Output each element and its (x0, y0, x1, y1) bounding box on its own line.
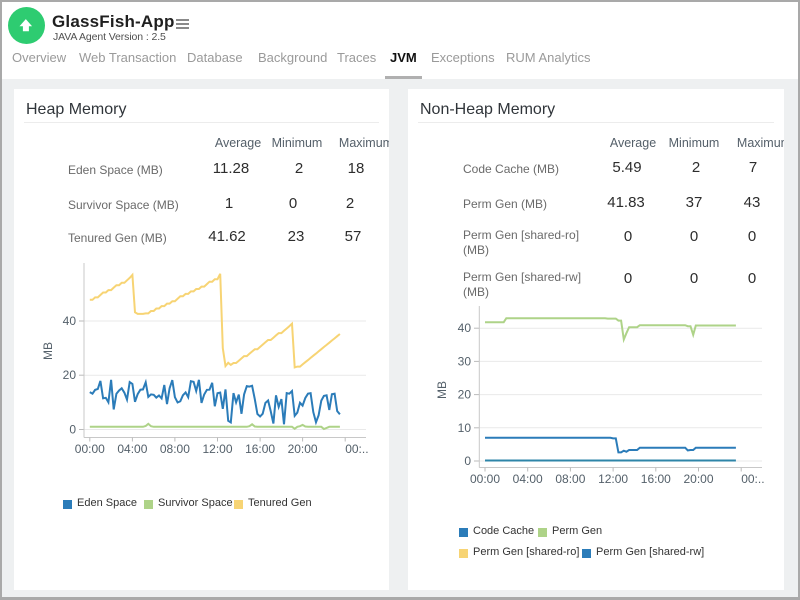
svg-text:12:00: 12:00 (598, 472, 628, 486)
svg-text:20:00: 20:00 (683, 472, 713, 486)
svg-text:20: 20 (458, 388, 472, 402)
svg-text:08:00: 08:00 (555, 472, 585, 486)
svg-text:16:00: 16:00 (641, 472, 671, 486)
svg-text:0: 0 (69, 423, 76, 437)
svg-text:12:00: 12:00 (202, 442, 232, 456)
svg-text:04:00: 04:00 (513, 472, 543, 486)
svg-text:00:00: 00:00 (470, 472, 500, 486)
svg-text:00:..: 00:.. (345, 442, 368, 456)
svg-text:20: 20 (63, 368, 77, 382)
svg-text:20:00: 20:00 (288, 442, 318, 456)
svg-text:0: 0 (464, 454, 471, 468)
svg-text:40: 40 (458, 321, 472, 335)
svg-text:MB: MB (435, 381, 449, 399)
svg-text:00:..: 00:.. (741, 472, 764, 486)
svg-text:08:00: 08:00 (160, 442, 190, 456)
svg-text:00:00: 00:00 (75, 442, 105, 456)
svg-text:MB: MB (41, 342, 55, 360)
svg-text:40: 40 (63, 314, 77, 328)
svg-text:10: 10 (458, 421, 472, 435)
svg-text:30: 30 (458, 354, 472, 368)
svg-text:16:00: 16:00 (245, 442, 275, 456)
svg-text:04:00: 04:00 (117, 442, 147, 456)
